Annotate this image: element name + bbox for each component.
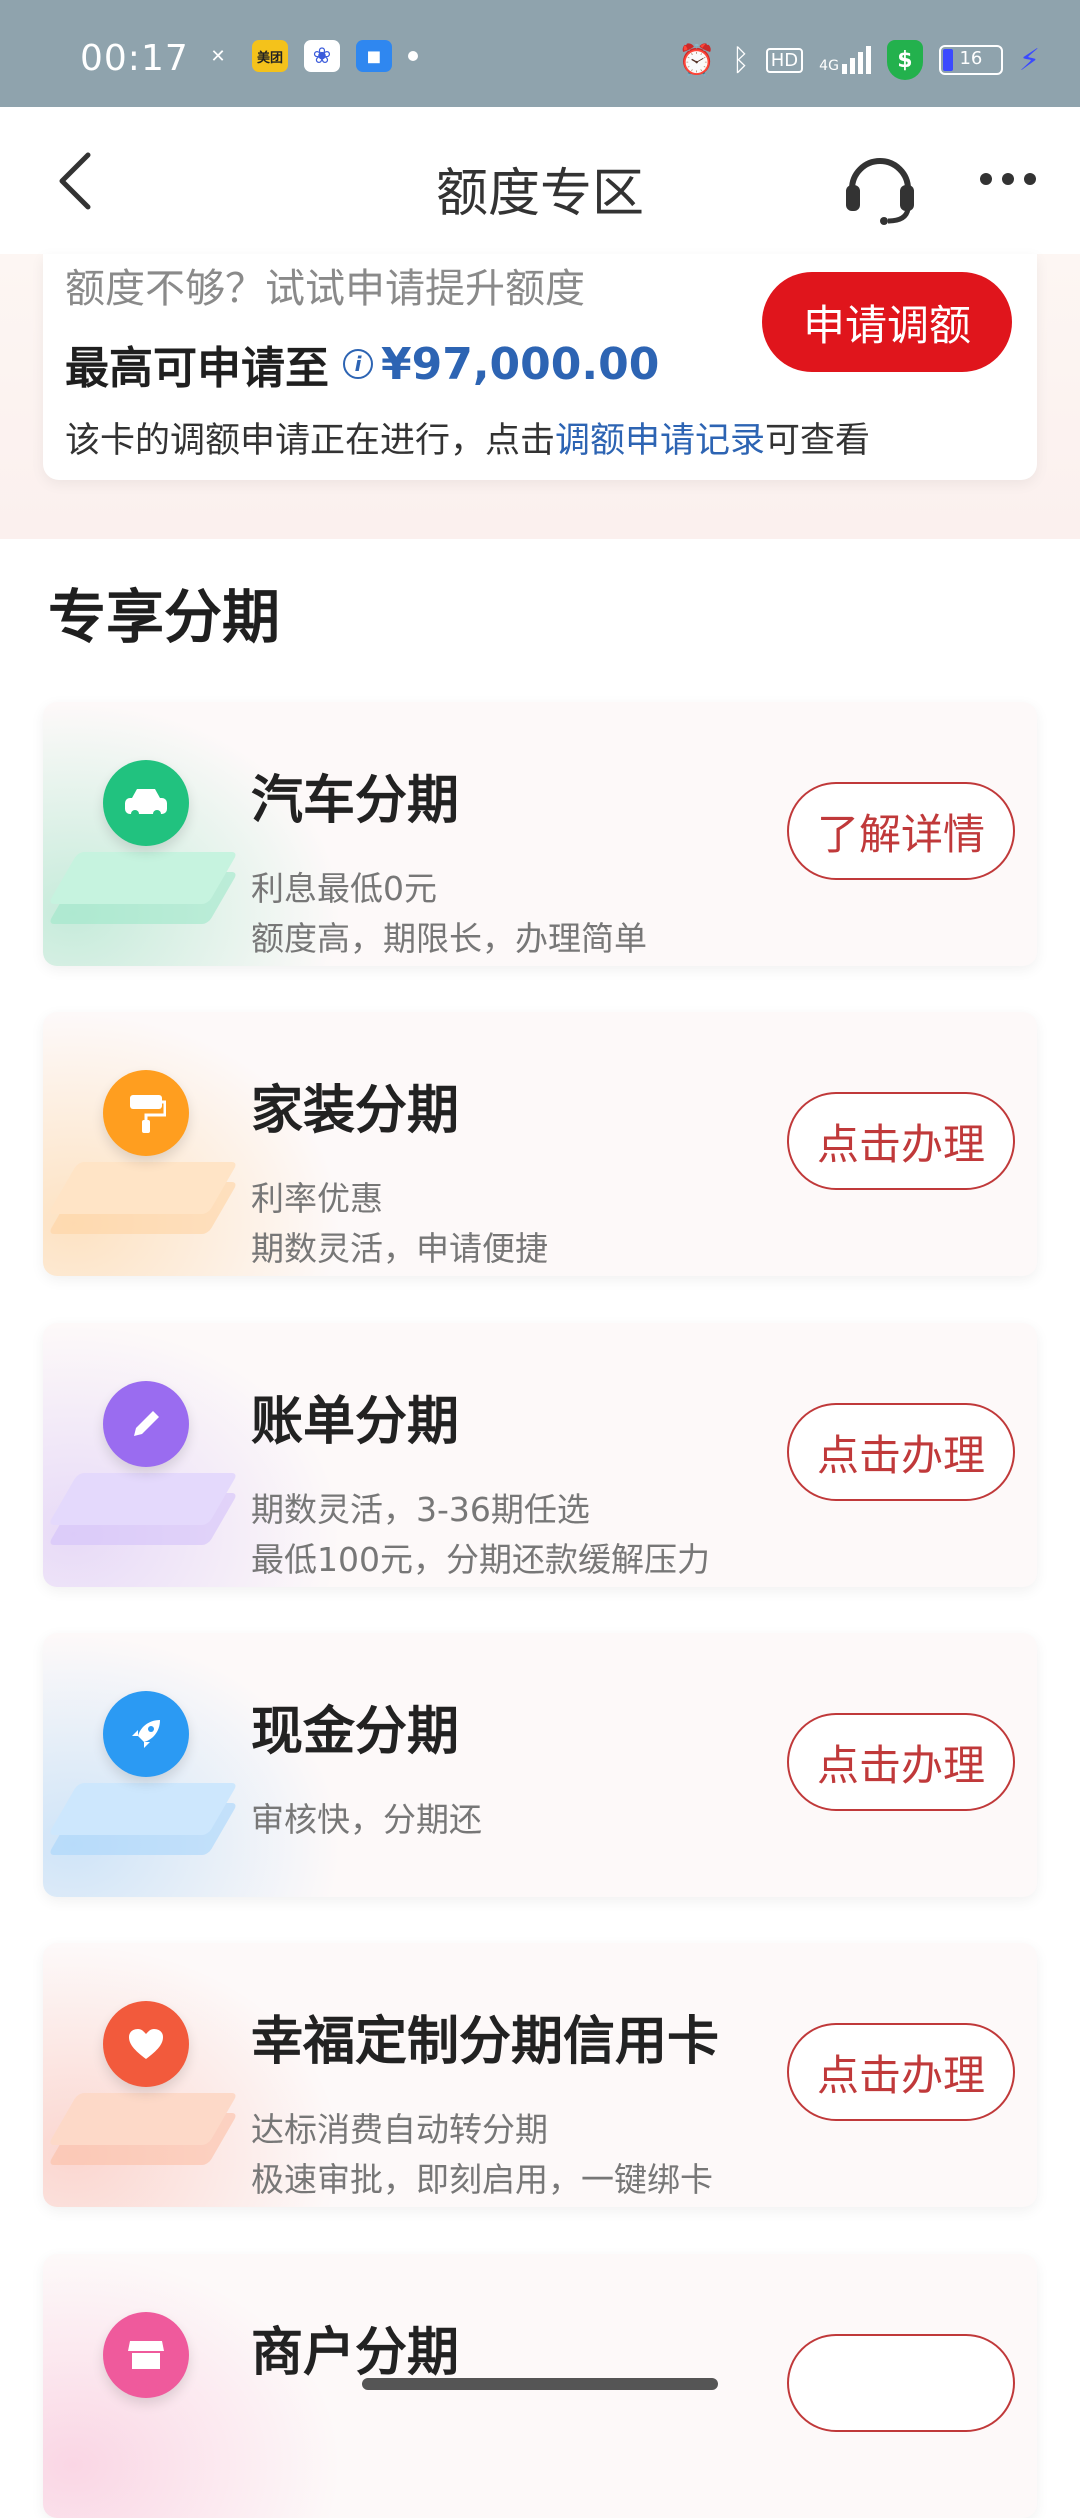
car-icon bbox=[103, 760, 189, 846]
card-title: 现金分期 bbox=[251, 1702, 460, 1762]
apply-now-button[interactable] bbox=[787, 2334, 1015, 2432]
card-title: 家装分期 bbox=[251, 1081, 460, 1141]
learn-more-button[interactable]: 了解详情 bbox=[787, 782, 1015, 880]
nav-bar: 额度专区 bbox=[0, 107, 1080, 255]
apply-now-button[interactable]: 点击办理 bbox=[787, 1403, 1015, 1501]
shop-icon bbox=[103, 2312, 189, 2398]
card-desc-2: 极速审批，即刻启用，一键绑卡 bbox=[251, 2160, 713, 2199]
app-notification-icon: ◼ bbox=[356, 40, 392, 72]
apply-limit-button[interactable]: 申请调额 bbox=[762, 272, 1012, 372]
more-dots-icon bbox=[980, 173, 992, 185]
card-desc-2: 最低100元，分期还款缓解压力 bbox=[251, 1540, 710, 1579]
card-title: 商户分期 bbox=[251, 2323, 460, 2383]
credit-limit-card: 额度不够？试试申请提升额度 最高可申请至 i ¥97,000.00 该卡的调额申… bbox=[43, 254, 1037, 480]
limit-max: 最高可申请至 i ¥97,000.00 bbox=[65, 332, 659, 396]
home-indicator[interactable] bbox=[362, 2378, 718, 2390]
limit-records-link[interactable]: 调额申请记录 bbox=[555, 421, 765, 461]
card-title: 汽车分期 bbox=[251, 771, 460, 831]
alarm-icon: ⏰ bbox=[678, 42, 716, 78]
card-car-installment[interactable]: 汽车分期 利息最低0元 额度高，期限长，办理简单 了解详情 bbox=[43, 702, 1037, 966]
notification-icons: ✕ 美团 ❀ ◼ bbox=[200, 40, 418, 72]
info-icon[interactable]: i bbox=[343, 349, 373, 379]
apply-now-button[interactable]: 点击办理 bbox=[787, 1713, 1015, 1811]
rocket-icon bbox=[103, 1691, 189, 1777]
baidu-icon: ❀ bbox=[304, 40, 340, 72]
paint-roller-icon bbox=[103, 1070, 189, 1156]
battery-icon: 16 bbox=[938, 45, 1003, 75]
bluetooth-icon: ᛒ bbox=[731, 42, 750, 78]
card-title: 账单分期 bbox=[251, 1392, 460, 1452]
status-time: 00:17 bbox=[80, 38, 189, 79]
more-button[interactable] bbox=[980, 173, 1036, 185]
meituan-icon: 美团 bbox=[252, 40, 288, 72]
section-title: 专享分期 bbox=[48, 583, 281, 651]
card-desc-1: 达标消费自动转分期 bbox=[251, 2110, 548, 2149]
card-desc-2: 期数灵活，申请便捷 bbox=[251, 1229, 548, 1268]
signal-icon: 4G bbox=[819, 46, 871, 74]
pencil-icon bbox=[103, 1381, 189, 1467]
card-cash-installment[interactable]: 现金分期 审核快，分期还 点击办理 bbox=[43, 1633, 1037, 1897]
card-home-decoration-installment[interactable]: 家装分期 利率优惠 期数灵活，申请便捷 点击办理 bbox=[43, 1012, 1037, 1276]
apply-now-button[interactable]: 点击办理 bbox=[787, 2023, 1015, 2121]
heart-icon bbox=[103, 2001, 189, 2087]
security-shield-icon: $ bbox=[886, 40, 923, 80]
card-desc-1: 期数灵活，3-36期任选 bbox=[251, 1490, 590, 1529]
hd-icon: HD bbox=[765, 47, 804, 73]
card-title: 幸福定制分期信用卡 bbox=[251, 2012, 720, 2072]
limit-hint: 额度不够？试试申请提升额度 bbox=[65, 266, 585, 312]
system-icons: ⏰ ᛒ HD 4G $ 16 ⚡ bbox=[678, 40, 1040, 80]
card-desc-1: 利息最低0元 bbox=[251, 869, 437, 908]
apply-now-button[interactable]: 点击办理 bbox=[787, 1092, 1015, 1190]
status-bar: 00:17 ✕ 美团 ❀ ◼ ⏰ ᛒ HD 4G $ 16 ⚡ bbox=[0, 0, 1080, 107]
more-notifications-dot bbox=[408, 51, 418, 61]
headset-icon bbox=[846, 158, 914, 225]
cross-app-icon: ✕ bbox=[210, 45, 226, 67]
customer-service-button[interactable] bbox=[840, 147, 920, 227]
card-desc-2: 额度高，期限长，办理简单 bbox=[251, 919, 647, 958]
card-desc-1: 审核快，分期还 bbox=[251, 1800, 482, 1839]
card-bill-installment[interactable]: 账单分期 期数灵活，3-36期任选 最低100元，分期还款缓解压力 点击办理 bbox=[43, 1323, 1037, 1587]
card-custom-installment-credit-card[interactable]: 幸福定制分期信用卡 达标消费自动转分期 极速审批，即刻启用，一键绑卡 点击办理 bbox=[43, 1943, 1037, 2207]
charging-icon: ⚡ bbox=[1018, 42, 1040, 78]
limit-status-text: 该卡的调额申请正在进行，点击调额申请记录可查看 bbox=[65, 421, 871, 461]
card-desc-1: 利率优惠 bbox=[251, 1179, 383, 1218]
limit-amount: ¥97,000.00 bbox=[381, 338, 660, 390]
limit-max-label: 最高可申请至 bbox=[65, 343, 329, 394]
